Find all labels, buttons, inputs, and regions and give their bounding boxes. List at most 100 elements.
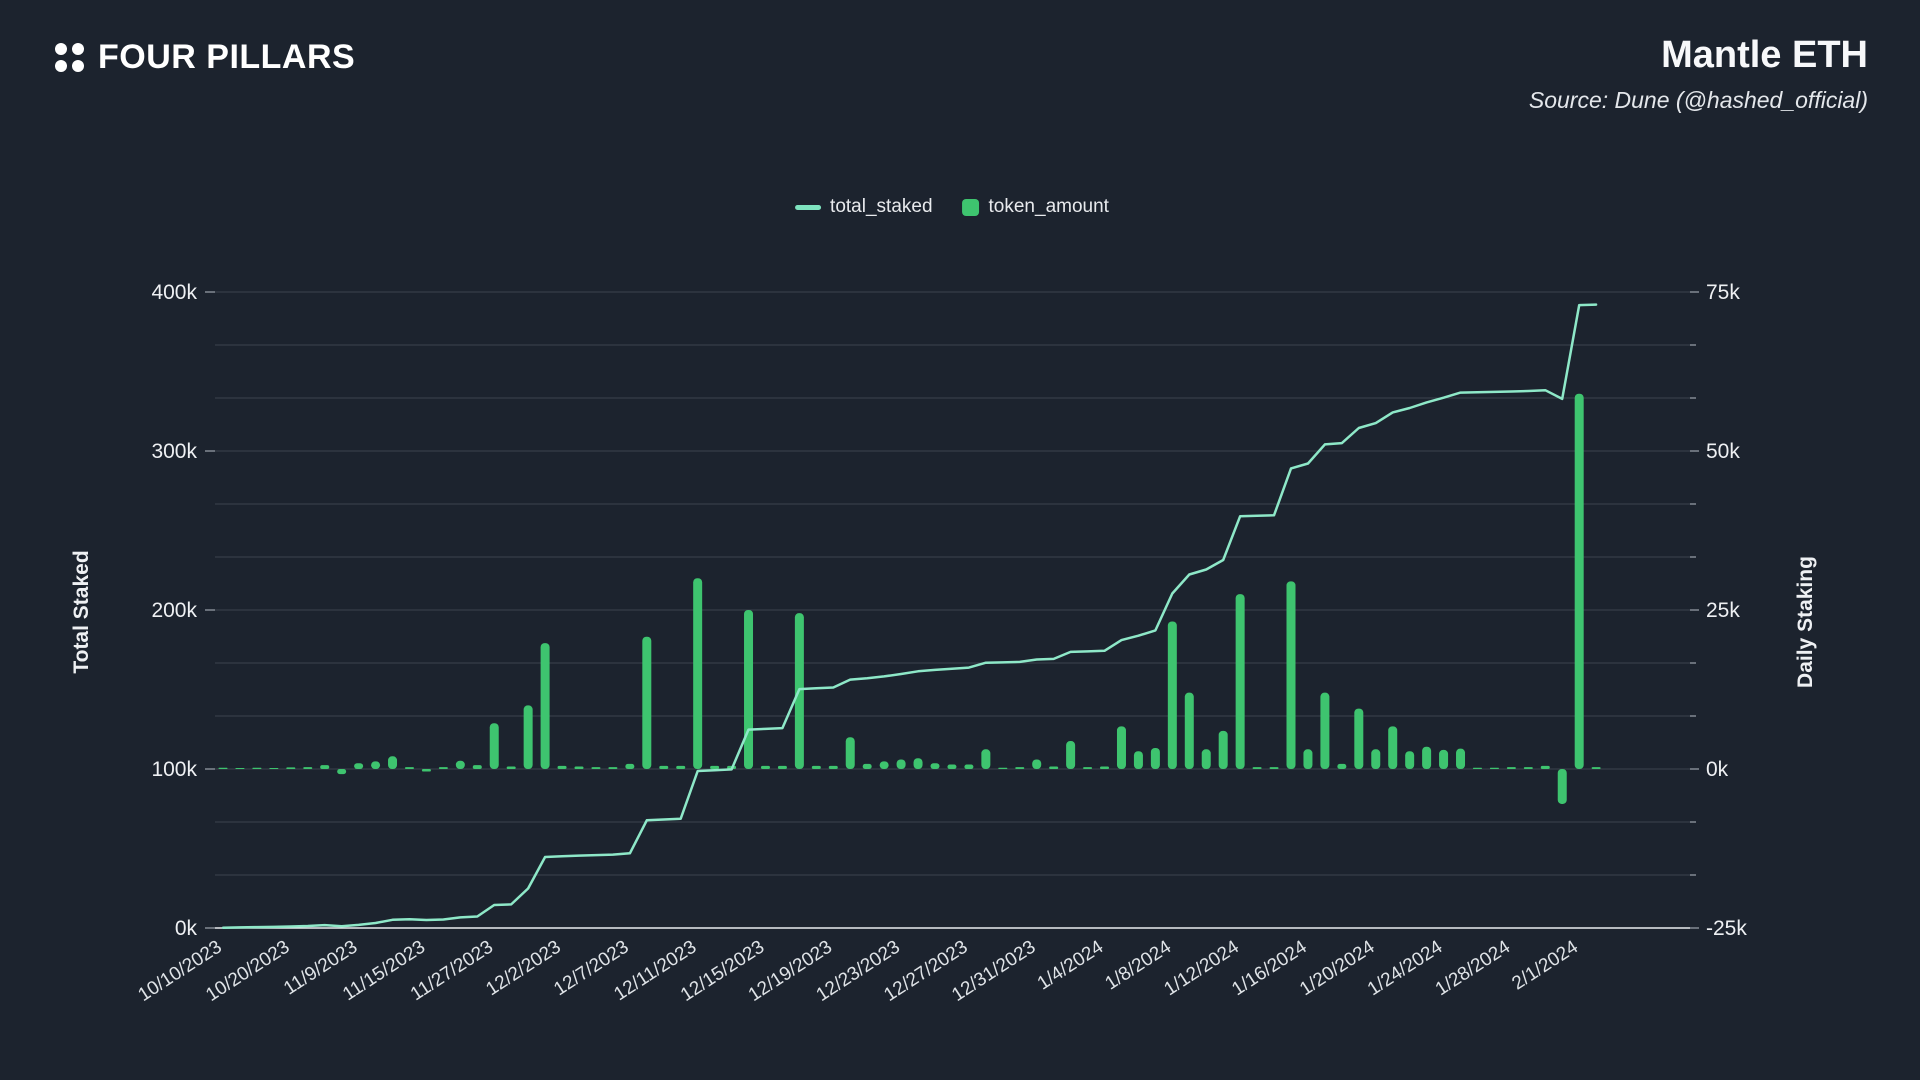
- token-amount-bar: [1168, 621, 1177, 769]
- token-amount-bar: [761, 766, 770, 769]
- token-amount-bar: [1185, 693, 1194, 769]
- right-axis-tick-label: 75k: [1706, 281, 1740, 304]
- token-amount-bar: [422, 769, 431, 772]
- left-axis-tick-label: 300k: [151, 440, 197, 463]
- token-amount-bar: [981, 749, 990, 769]
- token-amount-bar: [1575, 394, 1584, 769]
- token-amount-bar: [829, 766, 838, 769]
- left-axis-tick-label: 100k: [151, 758, 197, 781]
- token-amount-bar: [1032, 759, 1041, 769]
- token-amount-bar: [320, 765, 329, 769]
- token-amount-bar: [575, 766, 584, 769]
- token-amount-bar: [1473, 768, 1482, 769]
- token-amount-bar: [1303, 749, 1312, 769]
- token-amount-bar: [642, 637, 651, 769]
- token-amount-bar: [914, 758, 923, 769]
- token-amount-bar: [744, 610, 753, 769]
- token-amount-bar: [1253, 767, 1262, 769]
- token-amount-bar: [880, 761, 889, 769]
- token-amount-bar: [252, 768, 261, 769]
- right-axis-tick-label: -25k: [1706, 917, 1747, 940]
- x-axis-date-label: 1/4/2024: [1034, 936, 1108, 994]
- token-amount-bar: [1558, 769, 1567, 804]
- token-amount-bar: [1337, 764, 1346, 769]
- token-amount-bar: [286, 767, 295, 769]
- token-amount-bar: [863, 764, 872, 769]
- token-amount-bar: [524, 705, 533, 769]
- token-amount-bar: [269, 768, 278, 769]
- token-amount-bar: [897, 759, 906, 769]
- right-axis-title: Daily Staking: [1794, 556, 1817, 688]
- left-axis-title: Total Staked: [70, 550, 93, 673]
- token-amount-bar: [1354, 709, 1363, 769]
- token-amount-bar: [1456, 749, 1465, 769]
- token-amount-bar: [812, 766, 821, 769]
- token-amount-bar: [473, 765, 482, 769]
- token-amount-bar: [235, 768, 244, 769]
- token-amount-bar: [1151, 748, 1160, 769]
- left-axis-tick-label: 400k: [151, 281, 197, 304]
- token-amount-bar: [1422, 747, 1431, 769]
- right-axis-tick-label: 0k: [1706, 758, 1729, 781]
- token-amount-bar: [1490, 768, 1499, 769]
- token-amount-bar: [1202, 749, 1211, 769]
- left-axis-tick-label: 200k: [151, 599, 197, 622]
- token-amount-bar: [1439, 750, 1448, 769]
- token-amount-bar: [710, 766, 719, 769]
- token-amount-bar: [693, 578, 702, 769]
- token-amount-bar: [1541, 766, 1550, 769]
- token-amount-bar: [1066, 741, 1075, 769]
- x-axis-date-label: 1/28/2024: [1432, 936, 1515, 1000]
- token-amount-bar: [846, 737, 855, 769]
- token-amount-bar: [1049, 766, 1058, 769]
- staking-chart: 0k 100k 200k 300k 400k -25k 0k 25k 50k 75k Total S…: [0, 0, 1920, 1080]
- x-axis-date-label: 1/24/2024: [1364, 936, 1447, 1000]
- token-amount-bar: [303, 767, 312, 769]
- token-amount-bar: [456, 761, 465, 769]
- x-axis-date-label: 1/16/2024: [1228, 936, 1311, 1000]
- page-root: FOUR PILLARS Mantle ETH Source: Dune (@h…: [0, 0, 1920, 1080]
- token-amount-bar: [507, 766, 516, 769]
- token-amount-bar: [1507, 767, 1516, 769]
- token-amount-bars: [219, 394, 1601, 804]
- token-amount-bar: [1219, 731, 1228, 769]
- token-amount-bar: [778, 766, 787, 769]
- token-amount-bar: [676, 766, 685, 769]
- x-axis-date-label: 12/2/2023: [482, 937, 564, 1001]
- token-amount-bar: [1388, 726, 1397, 769]
- token-amount-bar: [998, 768, 1007, 769]
- token-amount-bar: [1524, 767, 1533, 769]
- token-amount-bar: [541, 643, 550, 769]
- right-axis-tick-label: 25k: [1706, 599, 1740, 622]
- token-amount-bar: [337, 769, 346, 774]
- token-amount-bar: [931, 763, 940, 769]
- token-amount-bar: [1405, 751, 1414, 769]
- x-axis-date-label: 1/20/2024: [1296, 936, 1379, 1000]
- token-amount-bar: [405, 767, 414, 769]
- right-axis-tick-label: 50k: [1706, 440, 1740, 463]
- token-amount-bar: [1270, 767, 1279, 769]
- token-amount-bar: [1100, 766, 1109, 769]
- token-amount-bar: [964, 765, 973, 769]
- left-axis-tick-label: 0k: [175, 917, 198, 940]
- token-amount-bar: [490, 723, 499, 769]
- token-amount-bar: [1236, 594, 1245, 769]
- token-amount-bar: [625, 764, 634, 769]
- token-amount-bar: [591, 767, 600, 769]
- token-amount-bar: [1371, 749, 1380, 769]
- token-amount-bar: [1134, 751, 1143, 769]
- token-amount-bar: [439, 767, 448, 769]
- token-amount-bar: [558, 766, 567, 769]
- token-amount-bar: [608, 767, 617, 769]
- token-amount-bar: [219, 768, 228, 769]
- token-amount-bar: [1083, 767, 1092, 769]
- token-amount-bar: [947, 765, 956, 769]
- token-amount-bar: [388, 756, 397, 769]
- token-amount-bar: [371, 761, 380, 769]
- token-amount-bar: [354, 763, 363, 769]
- token-amount-bar: [1287, 581, 1296, 769]
- token-amount-bar: [1117, 726, 1126, 769]
- token-amount-bar: [659, 766, 668, 769]
- token-amount-bar: [1015, 767, 1024, 769]
- token-amount-bar: [1320, 693, 1329, 769]
